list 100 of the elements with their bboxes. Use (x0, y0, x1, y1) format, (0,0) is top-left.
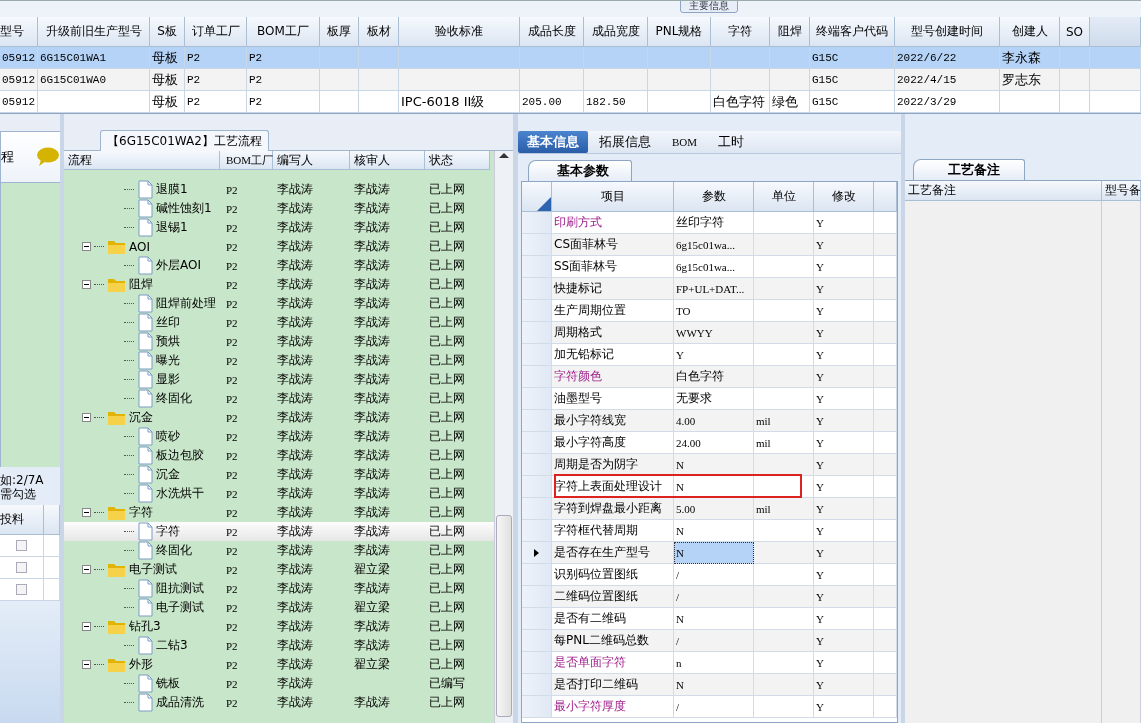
column-header[interactable]: 修改 (814, 182, 874, 212)
tree-item[interactable]: 丝印 (156, 314, 180, 331)
tree-item[interactable]: 沉金 (156, 466, 180, 483)
parameter-value[interactable]: WWYY (674, 322, 754, 344)
parameter-value[interactable]: / (674, 586, 754, 608)
column-header[interactable]: 流程 (64, 151, 220, 170)
collapse-icon[interactable] (82, 508, 91, 517)
section-tab[interactable]: 主要信息 (680, 1, 738, 13)
tab[interactable]: 工时 (709, 131, 754, 153)
column-header[interactable]: 状态 (425, 151, 490, 170)
column-header[interactable]: 订单工厂 (185, 17, 247, 47)
collapse-icon[interactable] (82, 242, 91, 251)
parameter-value[interactable]: / (674, 696, 754, 718)
column-header[interactable]: 字符 (711, 17, 770, 47)
tree-item[interactable]: 终固化 (156, 542, 192, 559)
table-cell-text: P2 (225, 259, 239, 272)
parameter-value[interactable]: / (674, 630, 754, 652)
column-header[interactable]: 工艺备注 (905, 181, 1102, 201)
table-row[interactable]: 05912 6G15C01WA1 母板 P2 P2 G15C 2022/6/22 李永森 (0, 47, 1141, 69)
tree-item[interactable]: 钻孔3 (129, 618, 161, 635)
tree-item[interactable]: 沉金 (129, 409, 153, 426)
parameter-value[interactable]: N (674, 542, 754, 564)
column-header[interactable]: SO (1060, 17, 1090, 47)
tree-item[interactable]: 成品清洗 (156, 694, 204, 711)
tree-item[interactable]: 退锡1 (156, 219, 188, 236)
column-header[interactable]: 创建人 (1000, 17, 1060, 47)
tree-item[interactable]: 外层AOI (156, 257, 201, 274)
collapse-icon[interactable] (82, 660, 91, 669)
parameter-value[interactable]: FP+UL+DAT... (674, 278, 754, 300)
column-header[interactable]: 参数 (674, 182, 754, 212)
column-header[interactable]: 编写人 (273, 151, 350, 170)
parameter-value[interactable]: 白色字符 (674, 366, 754, 388)
checkbox[interactable] (16, 540, 27, 551)
scrollbar[interactable] (494, 151, 513, 723)
parameter-value[interactable]: 6g15c01wa... (674, 234, 754, 256)
column-header[interactable]: 投料 (0, 505, 44, 535)
column-header[interactable]: 成品长度 (520, 17, 584, 47)
column-header[interactable]: 板厚 (320, 17, 359, 47)
tree-item[interactable]: 终固化 (156, 390, 192, 407)
column-header[interactable]: PNL规格 (648, 17, 711, 47)
table-cell-text: 已上网 (428, 656, 466, 673)
tab[interactable]: 拓展信息 (590, 131, 660, 153)
tree-item[interactable]: 阻焊 (129, 276, 153, 293)
column-header[interactable]: BOM工厂 (247, 17, 320, 47)
header-filler (874, 182, 897, 212)
column-header[interactable]: 验收标准 (399, 17, 520, 47)
collapse-icon[interactable] (82, 280, 91, 289)
tree-item[interactable]: 板边包胶 (156, 447, 204, 464)
column-header[interactable]: 升级前旧生产型号 (38, 17, 150, 47)
column-header[interactable]: S板 (150, 17, 185, 47)
collapse-icon[interactable] (82, 622, 91, 631)
parameter-value[interactable]: N (674, 674, 754, 696)
checkbox[interactable] (16, 584, 27, 595)
tree-item[interactable]: 字符 (129, 504, 153, 521)
column-header[interactable]: 型号 (0, 17, 38, 47)
tree-item[interactable]: 外形 (129, 656, 153, 673)
checkbox[interactable] (16, 562, 27, 573)
column-header[interactable]: 型号创建时间 (895, 17, 1000, 47)
panel-tab[interactable]: 【6G15C01WA2】工艺流程 (100, 130, 269, 151)
tree-item[interactable]: 曝光 (156, 352, 180, 369)
connector-line (124, 341, 134, 342)
table-cell-text: 李战涛 (353, 295, 391, 312)
tree-item[interactable]: 二钻3 (156, 637, 188, 654)
column-header[interactable]: 型号备 (1102, 181, 1141, 201)
column-header[interactable]: 项目 (552, 182, 674, 212)
parameter-value[interactable]: N (674, 454, 754, 476)
tree-item[interactable]: 碱性蚀刻1 (156, 200, 212, 217)
collapse-icon[interactable] (82, 413, 91, 422)
tree-item[interactable]: 阻抗测试 (156, 580, 204, 597)
parameter-value[interactable]: 4.00 (674, 410, 754, 432)
tree-item[interactable]: 预烘 (156, 333, 180, 350)
tree-item[interactable]: 阻焊前处理 (156, 295, 216, 312)
tree-item[interactable]: 电子测试 (129, 561, 177, 578)
row-indicator[interactable] (522, 542, 552, 564)
column-header[interactable]: 成品宽度 (584, 17, 648, 47)
column-header[interactable]: 终端客户代码 (810, 17, 895, 47)
table-row[interactable]: 05912 母板 P2 P2 IPC-6018 II级 205.00 182.50 白色字符 绿色 G15C 2022/3/29 (0, 91, 1141, 113)
column-header[interactable]: 阻焊 (770, 17, 810, 47)
tree-item[interactable]: AOI (129, 239, 150, 254)
tree-item[interactable]: 水洗烘干 (156, 485, 204, 502)
current-row-icon (534, 548, 539, 557)
tree-item[interactable]: 显影 (156, 371, 180, 388)
collapse-icon[interactable] (82, 565, 91, 574)
column-header[interactable]: 单位 (754, 182, 814, 212)
table-cell-text: P2 (225, 506, 239, 519)
tree-item[interactable]: 铣板 (156, 675, 180, 692)
sub-tab[interactable]: 基本参数 (528, 160, 632, 181)
tree-item[interactable]: 喷砂 (156, 428, 180, 445)
column-header[interactable]: 核审人 (350, 151, 425, 170)
table-cell-text: 李战涛 (276, 257, 314, 274)
column-header[interactable]: 板材 (359, 17, 399, 47)
tree-item[interactable]: 字符 (156, 523, 180, 540)
parameter-value[interactable]: 5.00 (674, 498, 754, 520)
tree-item[interactable]: 电子测试 (156, 599, 204, 616)
column-header[interactable]: BOM工厂 (220, 151, 273, 170)
tab[interactable]: 基本信息 (518, 131, 588, 153)
tab[interactable]: BOM (662, 131, 708, 153)
sub-tab[interactable]: 工艺备注 (913, 159, 1025, 180)
table-row[interactable]: 05912 6G15C01WA0 母板 P2 P2 G15C 2022/4/15 罗志东 (0, 69, 1141, 91)
tree-item[interactable]: 退膜1 (156, 181, 188, 198)
